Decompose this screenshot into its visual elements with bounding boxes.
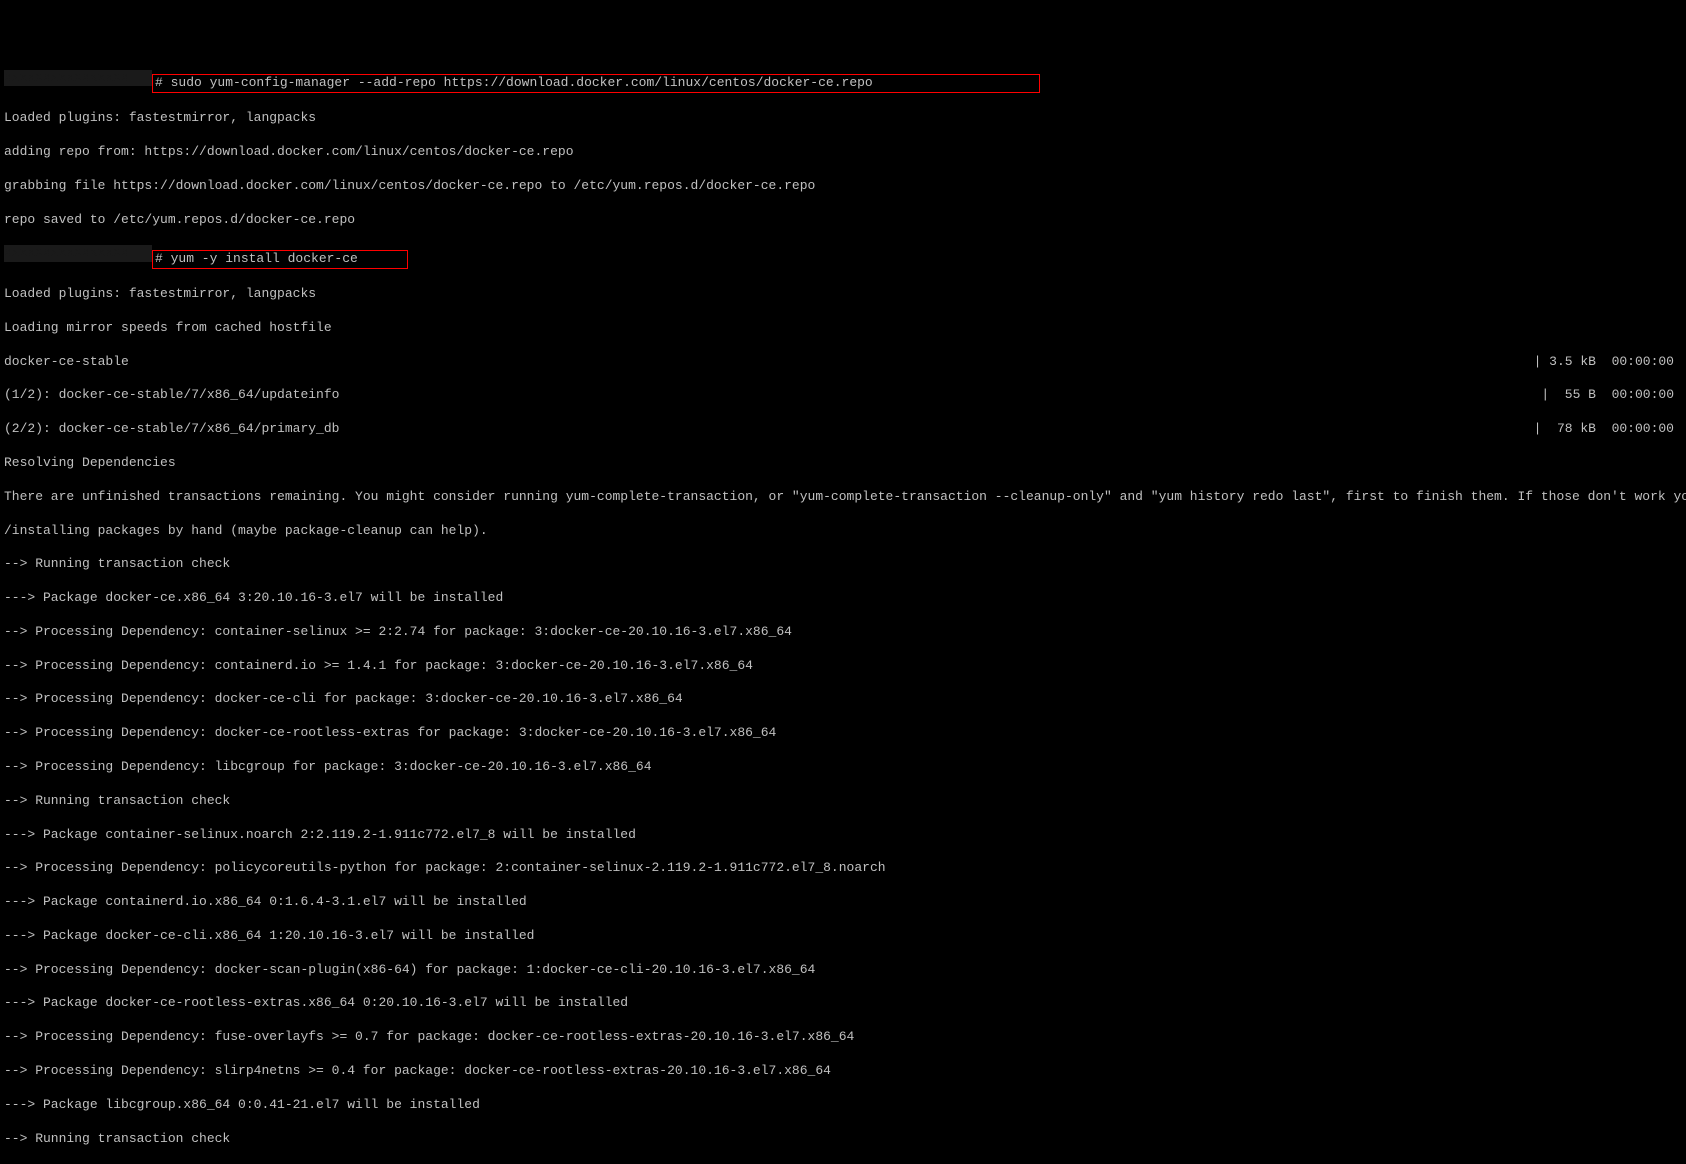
terminal-line: ---> Package docker-ce-cli.x86_64 1:20.1… (4, 928, 1682, 945)
hidden-prompt: xxxxxxxxxxxxxxxx (4, 245, 152, 262)
highlighted-command-2: # yum -y install docker-ce (152, 250, 408, 269)
terminal-line: adding repo from: https://download.docke… (4, 144, 1682, 161)
terminal-line: --> Processing Dependency: container-sel… (4, 624, 1682, 641)
terminal-line: --> Processing Dependency: docker-ce-roo… (4, 725, 1682, 742)
repo-name: docker-ce-stable (4, 354, 129, 371)
terminal-line: --> Processing Dependency: docker-scan-p… (4, 962, 1682, 979)
download-item: (2/2): docker-ce-stable/7/x86_64/primary… (4, 421, 339, 438)
terminal-line: There are unfinished transactions remain… (4, 489, 1682, 506)
terminal-line: Loading mirror speeds from cached hostfi… (4, 320, 1682, 337)
download-size: | 3.5 kB 00:00:00 (1534, 354, 1674, 371)
terminal-line: ---> Package libcgroup.x86_64 0:0.41-21.… (4, 1097, 1682, 1114)
terminal-line: --> Processing Dependency: libcgroup for… (4, 759, 1682, 776)
terminal-line: ---> Package container-selinux.noarch 2:… (4, 827, 1682, 844)
terminal-line[interactable]: xxxxxxxxxxxxxxxx# yum -y install docker-… (4, 245, 1682, 269)
terminal-line: --> Processing Dependency: slirp4netns >… (4, 1063, 1682, 1080)
terminal-line: Resolving Dependencies (4, 455, 1682, 472)
terminal-line: (2/2): docker-ce-stable/7/x86_64/primary… (4, 421, 1682, 438)
hidden-prompt: xxxxxxxxxxxxxxxx (4, 70, 152, 87)
highlighted-command-1: # sudo yum-config-manager --add-repo htt… (152, 74, 1040, 93)
command-text: # yum -y install docker-ce (155, 251, 358, 266)
terminal-line: --> Running transaction check (4, 556, 1682, 573)
download-item: (1/2): docker-ce-stable/7/x86_64/updatei… (4, 387, 339, 404)
terminal-line: (1/2): docker-ce-stable/7/x86_64/updatei… (4, 387, 1682, 404)
terminal-line: --> Processing Dependency: containerd.io… (4, 658, 1682, 675)
download-size: | 55 B 00:00:00 (1541, 387, 1674, 404)
terminal-line: Loaded plugins: fastestmirror, langpacks (4, 110, 1682, 127)
terminal-line: --> Running transaction check (4, 793, 1682, 810)
terminal-line: docker-ce-stable | 3.5 kB 00:00:00 (4, 354, 1682, 371)
terminal-line: /installing packages by hand (maybe pack… (4, 523, 1682, 540)
terminal-line: ---> Package containerd.io.x86_64 0:1.6.… (4, 894, 1682, 911)
terminal-line[interactable]: xxxxxxxxxxxxxxxx# sudo yum-config-manage… (4, 70, 1682, 94)
terminal-line: ---> Package docker-ce-rootless-extras.x… (4, 995, 1682, 1012)
terminal-line: ---> Package docker-ce.x86_64 3:20.10.16… (4, 590, 1682, 607)
terminal-line: Loaded plugins: fastestmirror, langpacks (4, 286, 1682, 303)
terminal-line: --> Processing Dependency: policycoreuti… (4, 860, 1682, 877)
terminal-line: repo saved to /etc/yum.repos.d/docker-ce… (4, 212, 1682, 229)
terminal-line: --> Running transaction check (4, 1131, 1682, 1148)
download-size: | 78 kB 00:00:00 (1534, 421, 1674, 438)
terminal-line: grabbing file https://download.docker.co… (4, 178, 1682, 195)
command-text: # sudo yum-config-manager --add-repo htt… (155, 75, 873, 90)
terminal-line: --> Processing Dependency: fuse-overlayf… (4, 1029, 1682, 1046)
terminal-line: --> Processing Dependency: docker-ce-cli… (4, 691, 1682, 708)
